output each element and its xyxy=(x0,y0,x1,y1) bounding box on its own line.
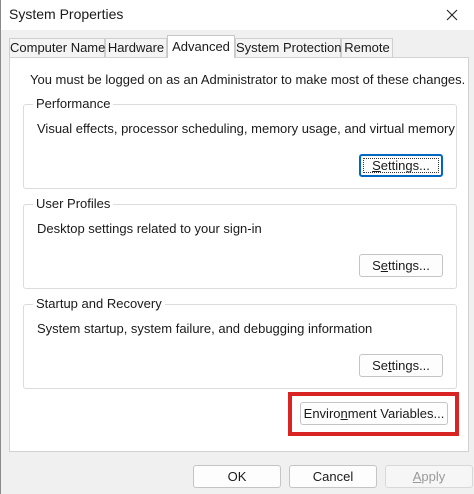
apply-button[interactable]: Apply xyxy=(385,465,473,488)
tab-computer-name[interactable]: Computer Name xyxy=(9,38,105,57)
user-profiles-description: Desktop settings related to your sign-in xyxy=(37,221,262,236)
performance-group: Performance Visual effects, processor sc… xyxy=(23,96,457,189)
performance-settings-button[interactable]: Settings... xyxy=(359,154,443,177)
highlight-box xyxy=(288,392,459,436)
button-text: Se xyxy=(372,358,388,373)
startup-recovery-group: Startup and Recovery System startup, sys… xyxy=(23,296,457,389)
user-profiles-group: User Profiles Desktop settings related t… xyxy=(23,196,457,289)
close-icon xyxy=(446,9,458,21)
focus-rectangle xyxy=(363,158,439,173)
cancel-button[interactable]: Cancel xyxy=(289,465,377,488)
user-profiles-settings-button[interactable]: Settings... xyxy=(359,254,443,277)
startup-recovery-settings-button[interactable]: Settings... xyxy=(359,354,443,377)
tab-hardware[interactable]: Hardware xyxy=(105,38,167,57)
tab-strip: Computer Name Hardware Advanced System P… xyxy=(9,35,469,58)
admin-note: You must be logged on as an Administrato… xyxy=(30,72,466,87)
startup-recovery-description: System startup, system failure, and debu… xyxy=(37,321,373,336)
access-key: e xyxy=(380,258,388,273)
title-bar: System Properties xyxy=(1,0,474,30)
startup-recovery-title: Startup and Recovery xyxy=(33,296,165,311)
system-properties-window: System Properties Computer Name Hardware… xyxy=(0,0,474,494)
button-text: ttings... xyxy=(387,258,430,273)
user-profiles-title: User Profiles xyxy=(33,196,114,211)
button-text: pply xyxy=(421,469,446,484)
button-text: Apply xyxy=(413,469,446,484)
button-text: S xyxy=(372,258,381,273)
button-text: tings... xyxy=(391,358,430,373)
ok-button[interactable]: OK xyxy=(193,465,281,488)
tab-remote[interactable]: Remote xyxy=(341,38,393,57)
tab-advanced[interactable]: Advanced xyxy=(167,35,235,58)
tab-system-protection[interactable]: System Protection xyxy=(235,38,342,57)
performance-title: Performance xyxy=(33,96,114,111)
window-title: System Properties xyxy=(9,6,124,22)
performance-description: Visual effects, processor scheduling, me… xyxy=(37,121,455,136)
close-button[interactable] xyxy=(429,0,474,30)
